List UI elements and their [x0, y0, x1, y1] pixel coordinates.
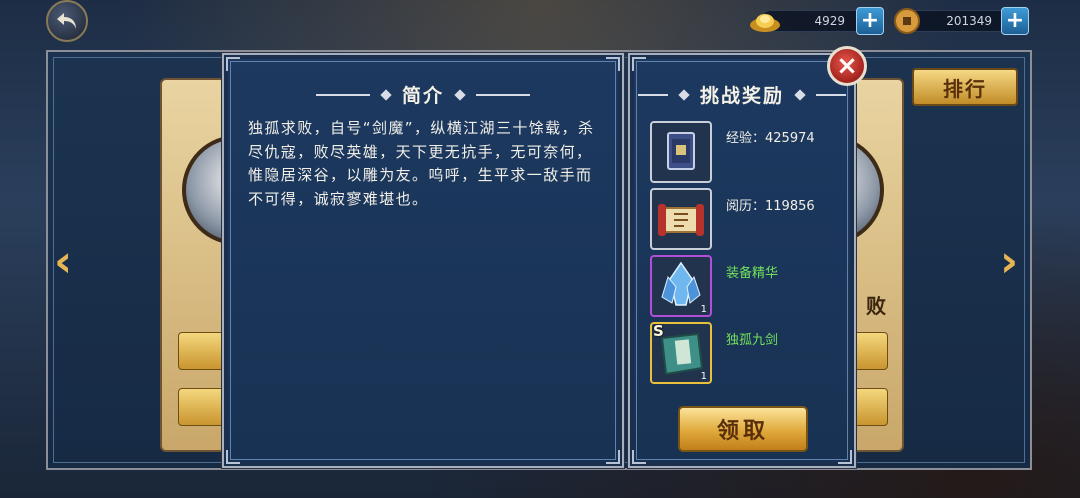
reward-label-exp: 经验：425974 — [726, 131, 815, 146]
exp-book-icon — [667, 132, 695, 170]
intro-title: 简介 — [401, 85, 444, 107]
copper-coin-counter: 201349 + — [893, 7, 1029, 35]
reward-item-exp[interactable] — [650, 121, 712, 183]
reward-item-skill-book[interactable]: S 1 — [650, 322, 712, 384]
ornament-icon — [678, 88, 690, 101]
add-gold-button[interactable]: + — [856, 7, 884, 35]
copper-coin-icon — [894, 8, 920, 34]
reward-quantity: 1 — [700, 371, 707, 382]
reward-title-bar: 挑战奖励 — [630, 81, 854, 108]
ornament-icon — [454, 88, 466, 101]
reward-item-experience-points[interactable] — [650, 188, 712, 250]
close-button[interactable]: × — [827, 46, 867, 86]
ranking-button[interactable]: 排行 — [912, 68, 1018, 106]
reward-panel: 挑战奖励 经验：425974 阅历：119856 1 装备精华 S 1 独孤九剑… — [628, 53, 856, 468]
close-icon: × — [836, 51, 858, 81]
next-arrow-icon[interactable]: › — [1000, 236, 1018, 287]
reward-item-equip-essence[interactable]: 1 — [650, 255, 712, 317]
reward-label-equip-essence: 装备精华 — [726, 266, 779, 281]
reward-title: 挑战奖励 — [699, 85, 784, 107]
reward-quantity: 1 — [700, 304, 707, 315]
ornament-icon — [380, 88, 392, 101]
claim-button[interactable]: 领取 — [678, 406, 808, 452]
add-coin-button[interactable]: + — [1001, 7, 1029, 35]
rank-badge: S — [653, 322, 664, 340]
back-arrow-icon — [57, 13, 76, 29]
back-button[interactable] — [46, 0, 88, 42]
gold-ingot-icon — [750, 14, 780, 32]
gold-ingot-counter: 4929 + — [748, 7, 884, 35]
reward-label-skill-book: 独孤九剑 — [726, 333, 779, 348]
prev-arrow-icon[interactable]: ‹ — [54, 236, 72, 287]
scroll-icon — [658, 204, 704, 236]
intro-title-bar: 简介 — [224, 81, 622, 108]
intro-description: 独孤求败，自号“剑魔”，纵横江湖三十馀载，杀尽仇寇，败尽英雄，天下更无抗手，无可… — [248, 119, 595, 208]
reward-label-experience-points: 阅历：119856 — [726, 199, 815, 214]
intro-panel: 简介 独孤求败，自号“剑魔”，纵横江湖三十馀载，杀尽仇寇，败尽英雄，天下更无抗手… — [222, 53, 624, 468]
ornament-icon — [794, 88, 806, 101]
